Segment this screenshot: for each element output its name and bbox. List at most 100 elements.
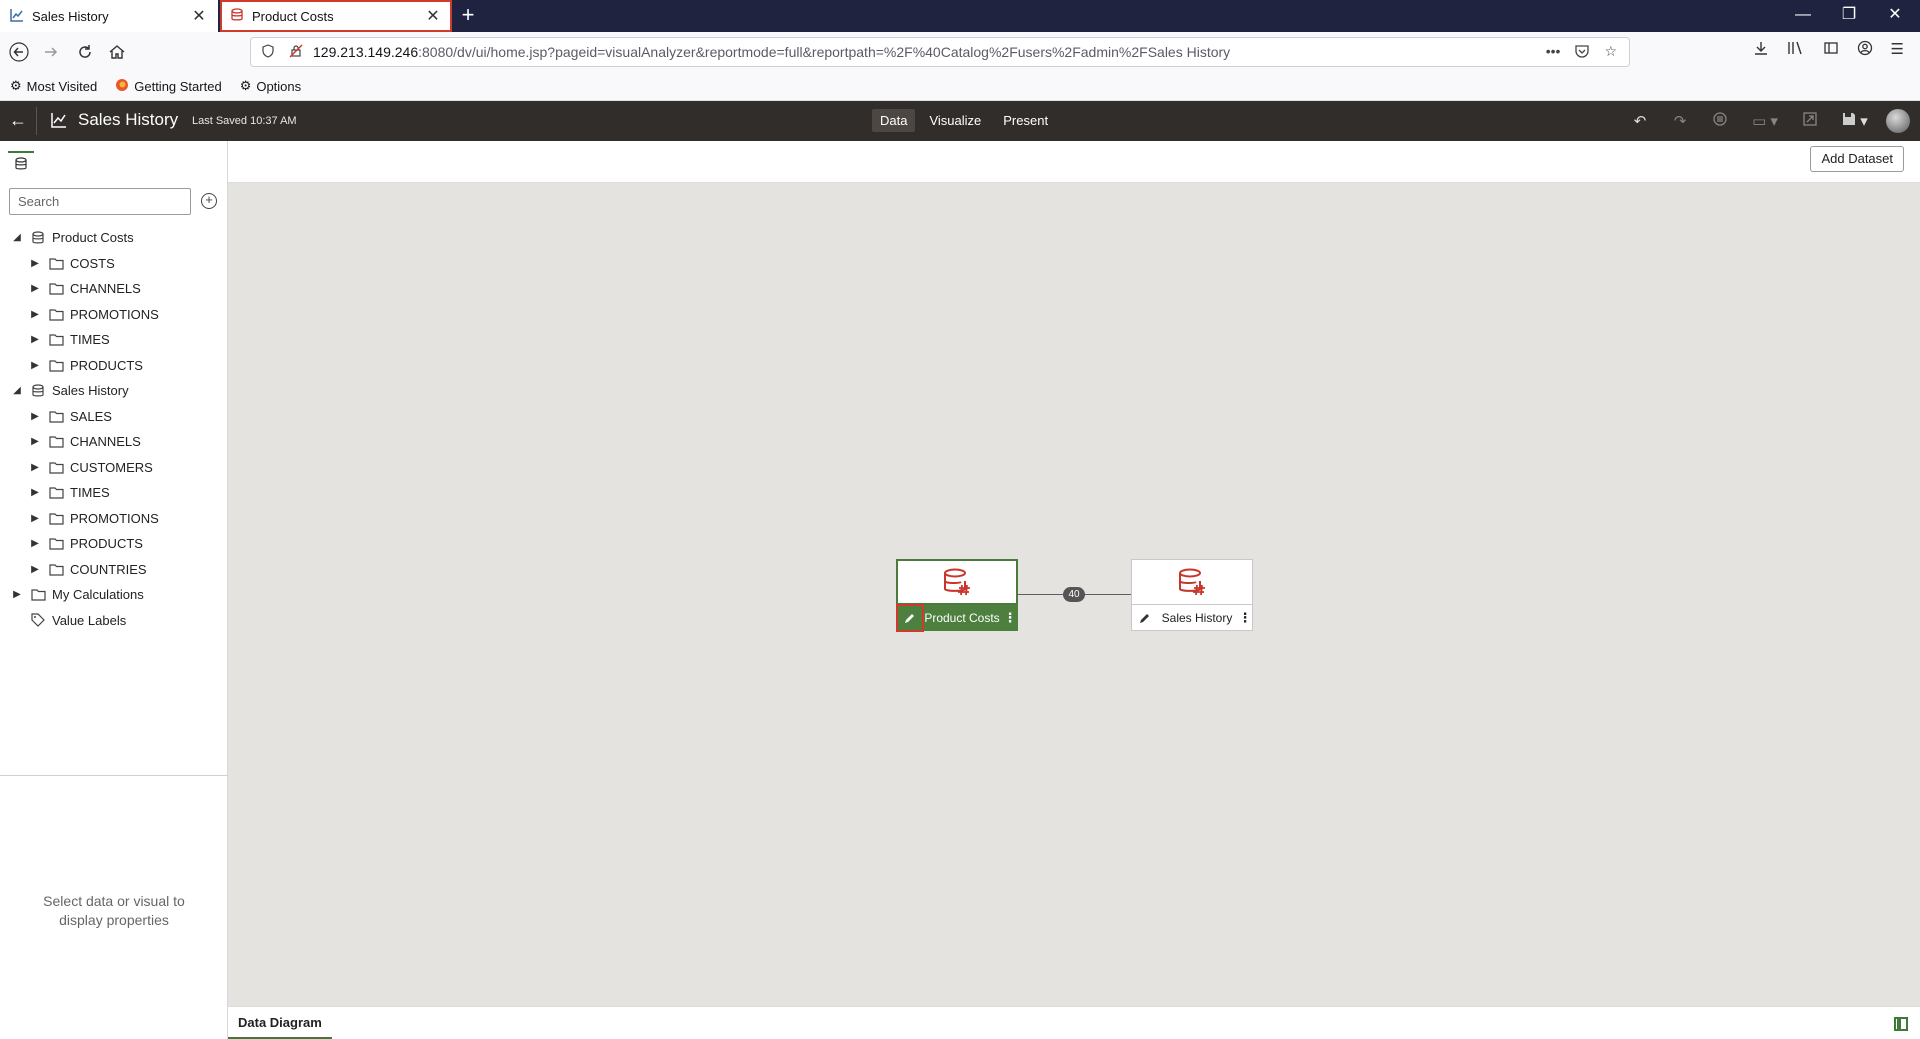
- folder-icon: [48, 332, 64, 348]
- tree-folder[interactable]: ▶ TIMES: [0, 327, 228, 353]
- database-tab-icon[interactable]: [14, 157, 28, 174]
- new-tab-button[interactable]: +: [456, 4, 480, 28]
- expand-caret-icon[interactable]: ▶: [30, 538, 40, 549]
- edit-pencil-icon[interactable]: [1134, 607, 1156, 629]
- more-actions-icon[interactable]: ⋮: [1238, 610, 1252, 626]
- avatar[interactable]: [1886, 109, 1910, 133]
- tree-folder[interactable]: ▶ CHANNELS: [0, 429, 228, 455]
- save-menu-icon[interactable]: ▾: [1830, 112, 1880, 130]
- panel-tabs: [0, 141, 228, 177]
- bookmark-star-icon[interactable]: ☆: [1604, 43, 1617, 62]
- downloads-icon[interactable]: [1753, 40, 1769, 60]
- library-icon[interactable]: [1787, 40, 1805, 60]
- tree-item-label: My Calculations: [52, 587, 144, 603]
- tab-data[interactable]: Data: [872, 109, 916, 132]
- add-dataset-button[interactable]: Add Dataset: [1810, 146, 1904, 172]
- expand-caret-icon[interactable]: ▶: [12, 589, 22, 600]
- tree-folder[interactable]: ▶ PROMOTIONS: [0, 302, 228, 328]
- tree-value-labels[interactable]: Value Labels: [0, 608, 228, 634]
- chart-icon: [50, 111, 68, 129]
- folder-icon: [48, 510, 64, 526]
- join-count-badge[interactable]: 40: [1063, 587, 1085, 602]
- expand-caret-icon[interactable]: ▶: [30, 309, 40, 320]
- close-tab-icon[interactable]: ✕: [190, 6, 208, 26]
- dataset-node-sales-history[interactable]: Sales History ⋮: [1131, 559, 1253, 631]
- account-icon[interactable]: [1857, 40, 1873, 60]
- folder-icon: [48, 408, 64, 424]
- expand-caret-icon[interactable]: ▶: [30, 513, 40, 524]
- minimize-button[interactable]: —: [1780, 0, 1826, 32]
- page-actions-icon[interactable]: •••: [1546, 43, 1561, 62]
- browser-tab-strip: Sales History ✕ Product Costs ✕ + — ❐ ✕: [0, 0, 1920, 32]
- data-panel: + ◢ Product Costs ▶ COSTS ▶ CHANNELS ▶ PROMOTIO…: [0, 141, 228, 1039]
- url-text[interactable]: 129.213.149.246:8080/dv/ui/home.jsp?page…: [313, 44, 1546, 60]
- folder-icon: [48, 281, 64, 297]
- refresh-data-icon[interactable]: [1700, 111, 1740, 131]
- tree-folder[interactable]: ▶ PRODUCTS: [0, 531, 228, 557]
- expand-caret-icon[interactable]: ▶: [30, 258, 40, 269]
- back-arrow-icon: [9, 42, 29, 62]
- bookmark-options[interactable]: ⚙ Options: [240, 78, 301, 94]
- expand-caret-icon[interactable]: ▶: [30, 487, 40, 498]
- home-button[interactable]: [102, 38, 132, 66]
- back-arrow-icon[interactable]: ←: [6, 109, 30, 133]
- panel-toggle-icon[interactable]: [1894, 1017, 1908, 1031]
- project-title[interactable]: Sales History: [78, 110, 178, 130]
- tree-folder[interactable]: ▶ CHANNELS: [0, 276, 228, 302]
- tree-folder[interactable]: ▶ PROMOTIONS: [0, 506, 228, 532]
- tree-folder[interactable]: ▶ COUNTRIES: [0, 557, 228, 583]
- browser-tab-product-costs[interactable]: Product Costs ✕: [220, 0, 452, 32]
- forward-button[interactable]: [36, 38, 66, 66]
- search-input[interactable]: [9, 188, 191, 215]
- reload-button[interactable]: [70, 38, 100, 66]
- back-button[interactable]: [4, 38, 34, 66]
- browser-tab-sales-history[interactable]: Sales History ✕: [0, 0, 218, 32]
- edit-pencil-icon[interactable]: [896, 603, 924, 632]
- dataset-icon: [230, 7, 244, 25]
- tree-item-label: COUNTRIES: [70, 561, 147, 577]
- tree-folder[interactable]: ▶ My Calculations: [0, 582, 228, 608]
- pocket-icon[interactable]: [1574, 43, 1590, 62]
- sidebar-toggle-icon[interactable]: [1823, 40, 1839, 60]
- export-icon[interactable]: [1790, 111, 1830, 131]
- bookmark-most-visited[interactable]: ⚙ Most Visited: [10, 78, 97, 94]
- expand-caret-icon[interactable]: ▶: [30, 360, 40, 371]
- bookmark-getting-started[interactable]: Getting Started: [115, 78, 222, 95]
- tab-visualize[interactable]: Visualize: [921, 109, 989, 132]
- expand-caret-icon[interactable]: ▶: [30, 411, 40, 422]
- add-data-icon[interactable]: +: [201, 193, 217, 209]
- expand-caret-icon[interactable]: ▶: [30, 564, 40, 575]
- tree-folder[interactable]: ▶ COSTS: [0, 251, 228, 277]
- expand-caret-icon[interactable]: ▶: [30, 462, 40, 473]
- collapse-caret-icon[interactable]: ◢: [12, 232, 22, 243]
- restore-button[interactable]: ❐: [1826, 0, 1872, 32]
- address-bar[interactable]: 129.213.149.246:8080/dv/ui/home.jsp?page…: [250, 37, 1630, 67]
- tree-dataset[interactable]: ◢ Sales History: [0, 378, 228, 404]
- tab-data-diagram[interactable]: Data Diagram: [228, 1007, 332, 1039]
- hamburger-menu-icon[interactable]: ☰: [1891, 40, 1904, 60]
- shield-icon[interactable]: [257, 43, 279, 61]
- tree-folder[interactable]: ▶ TIMES: [0, 480, 228, 506]
- close-tab-icon[interactable]: ✕: [424, 6, 442, 26]
- tree-folder[interactable]: ▶ SALES: [0, 404, 228, 430]
- more-actions-icon[interactable]: ⋮: [1003, 610, 1017, 626]
- properties-pane: Select data or visual to display propert…: [0, 775, 228, 1039]
- tree-dataset[interactable]: ◢ Product Costs: [0, 225, 228, 251]
- narrate-menu-icon[interactable]: ▭ ▾: [1740, 112, 1790, 130]
- chart-icon: [10, 8, 24, 25]
- expand-caret-icon[interactable]: ▶: [30, 436, 40, 447]
- dataset-node-body[interactable]: [896, 559, 1018, 605]
- forward-arrow-icon: [45, 47, 58, 57]
- undo-icon[interactable]: ↶: [1620, 112, 1660, 130]
- dataset-node-body[interactable]: [1131, 559, 1253, 605]
- tab-present[interactable]: Present: [995, 109, 1056, 132]
- tree-folder[interactable]: ▶ CUSTOMERS: [0, 455, 228, 481]
- redo-icon[interactable]: ↷: [1660, 112, 1700, 130]
- expand-caret-icon[interactable]: ▶: [30, 334, 40, 345]
- tree-folder[interactable]: ▶ PRODUCTS: [0, 353, 228, 379]
- close-window-button[interactable]: ✕: [1872, 0, 1918, 32]
- dataset-node-product-costs[interactable]: Product Costs ⋮: [896, 559, 1018, 632]
- insecure-lock-icon[interactable]: [285, 43, 307, 61]
- expand-caret-icon[interactable]: ▶: [30, 283, 40, 294]
- collapse-caret-icon[interactable]: ◢: [12, 385, 22, 396]
